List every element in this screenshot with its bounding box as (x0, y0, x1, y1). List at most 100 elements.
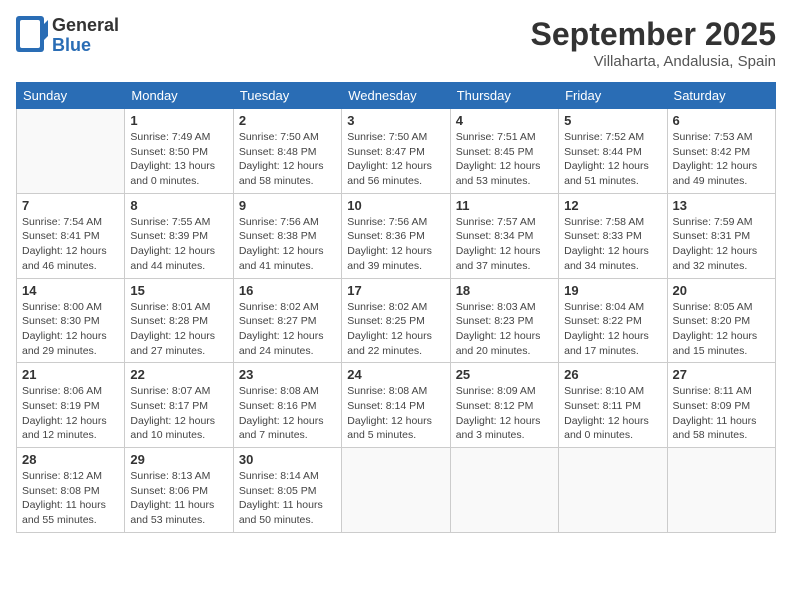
calendar-cell: 1 Sunrise: 7:49 AM Sunset: 8:50 PM Daylig… (125, 109, 233, 194)
day-number: 5 (564, 113, 661, 128)
day-info: Sunrise: 8:08 AM Sunset: 8:16 PM Dayligh… (239, 384, 336, 443)
logo: General Blue (16, 16, 119, 56)
day-number: 16 (239, 283, 336, 298)
calendar-cell: 26Sunrise: 8:10 AM Sunset: 8:11 PM Dayli… (559, 363, 667, 448)
calendar-cell: 5 Sunrise: 7:52 AM Sunset: 8:44 PM Daylig… (559, 109, 667, 194)
calendar-cell: 22 Sunrise: 8:07 AM Sunset: 8:17 PM Dayli… (125, 363, 233, 448)
calendar-cell: 30 Sunrise: 8:14 AM Sunset: 8:05 PM Dayli… (233, 448, 341, 533)
calendar-day-header: Saturday (667, 83, 775, 109)
day-number: 22 (130, 367, 227, 382)
calendar-cell: 27Sunrise: 8:11 AM Sunset: 8:09 PM Dayli… (667, 363, 775, 448)
day-number: 24 (347, 367, 444, 382)
day-info: Sunrise: 8:07 AM Sunset: 8:17 PM Dayligh… (130, 384, 227, 443)
day-info: Sunrise: 8:05 AM Sunset: 8:20 PM Dayligh… (673, 300, 770, 359)
logo-blue-text: Blue (52, 35, 91, 55)
calendar-cell: 12 Sunrise: 7:58 AM Sunset: 8:33 PM Dayli… (559, 193, 667, 278)
calendar-cell: 17 Sunrise: 8:02 AM Sunset: 8:25 PM Dayli… (342, 278, 450, 363)
calendar-header-row: SundayMondayTuesdayWednesdayThursdayFrid… (17, 83, 776, 109)
day-info: Sunrise: 7:56 AM Sunset: 8:38 PM Dayligh… (239, 215, 336, 274)
logo-icon (16, 16, 48, 56)
day-info: Sunrise: 8:14 AM Sunset: 8:05 PM Dayligh… (239, 469, 336, 528)
calendar-table: SundayMondayTuesdayWednesdayThursdayFrid… (16, 82, 776, 533)
calendar-cell: 14 Sunrise: 8:00 AM Sunset: 8:30 PM Dayli… (17, 278, 125, 363)
day-info: Sunrise: 7:56 AM Sunset: 8:36 PM Dayligh… (347, 215, 444, 274)
day-number: 12 (564, 198, 661, 213)
day-info: Sunrise: 7:57 AM Sunset: 8:34 PM Dayligh… (456, 215, 553, 274)
day-number: 26 (564, 367, 661, 382)
calendar-week-row: 14 Sunrise: 8:00 AM Sunset: 8:30 PM Dayli… (17, 278, 776, 363)
month-title: September 2025 (531, 16, 776, 53)
calendar-cell: 15Sunrise: 8:01 AM Sunset: 8:28 PM Dayli… (125, 278, 233, 363)
calendar-cell (17, 109, 125, 194)
day-number: 8 (130, 198, 227, 213)
day-info: Sunrise: 8:01 AM Sunset: 8:28 PM Dayligh… (130, 300, 227, 359)
day-number: 3 (347, 113, 444, 128)
day-number: 30 (239, 452, 336, 467)
day-number: 10 (347, 198, 444, 213)
calendar-cell: 21Sunrise: 8:06 AM Sunset: 8:19 PM Dayli… (17, 363, 125, 448)
calendar-cell: 29 Sunrise: 8:13 AM Sunset: 8:06 PM Dayli… (125, 448, 233, 533)
calendar-cell: 19 Sunrise: 8:04 AM Sunset: 8:22 PM Dayli… (559, 278, 667, 363)
day-number: 6 (673, 113, 770, 128)
day-info: Sunrise: 8:13 AM Sunset: 8:06 PM Dayligh… (130, 469, 227, 528)
day-info: Sunrise: 8:06 AM Sunset: 8:19 PM Dayligh… (22, 384, 119, 443)
calendar-cell (450, 448, 558, 533)
calendar-day-header: Friday (559, 83, 667, 109)
calendar-cell: 28Sunrise: 8:12 AM Sunset: 8:08 PM Dayli… (17, 448, 125, 533)
calendar-day-header: Thursday (450, 83, 558, 109)
title-block: September 2025 Villaharta, Andalusia, Sp… (531, 16, 776, 70)
day-info: Sunrise: 7:53 AM Sunset: 8:42 PM Dayligh… (673, 130, 770, 189)
calendar-cell: 9 Sunrise: 7:56 AM Sunset: 8:38 PM Daylig… (233, 193, 341, 278)
calendar-cell: 23 Sunrise: 8:08 AM Sunset: 8:16 PM Dayli… (233, 363, 341, 448)
calendar-cell: 24 Sunrise: 8:08 AM Sunset: 8:14 PM Dayli… (342, 363, 450, 448)
day-info: Sunrise: 8:02 AM Sunset: 8:27 PM Dayligh… (239, 300, 336, 359)
day-number: 18 (456, 283, 553, 298)
calendar-cell (559, 448, 667, 533)
calendar-cell: 13 Sunrise: 7:59 AM Sunset: 8:31 PM Dayli… (667, 193, 775, 278)
calendar-cell (667, 448, 775, 533)
day-info: Sunrise: 8:00 AM Sunset: 8:30 PM Dayligh… (22, 300, 119, 359)
day-number: 17 (347, 283, 444, 298)
day-number: 9 (239, 198, 336, 213)
calendar-cell: 3 Sunrise: 7:50 AM Sunset: 8:47 PM Daylig… (342, 109, 450, 194)
calendar-week-row: 1 Sunrise: 7:49 AM Sunset: 8:50 PM Daylig… (17, 109, 776, 194)
calendar-day-header: Sunday (17, 83, 125, 109)
day-info: Sunrise: 8:04 AM Sunset: 8:22 PM Dayligh… (564, 300, 661, 359)
calendar-cell: 6 Sunrise: 7:53 AM Sunset: 8:42 PM Daylig… (667, 109, 775, 194)
day-info: Sunrise: 8:09 AM Sunset: 8:12 PM Dayligh… (456, 384, 553, 443)
day-info: Sunrise: 7:50 AM Sunset: 8:48 PM Dayligh… (239, 130, 336, 189)
day-info: Sunrise: 8:08 AM Sunset: 8:14 PM Dayligh… (347, 384, 444, 443)
day-info: Sunrise: 8:02 AM Sunset: 8:25 PM Dayligh… (347, 300, 444, 359)
day-info: Sunrise: 7:49 AM Sunset: 8:50 PM Dayligh… (130, 130, 227, 189)
calendar-week-row: 28Sunrise: 8:12 AM Sunset: 8:08 PM Dayli… (17, 448, 776, 533)
day-info: Sunrise: 7:55 AM Sunset: 8:39 PM Dayligh… (130, 215, 227, 274)
day-number: 4 (456, 113, 553, 128)
calendar-cell: 7 Sunrise: 7:54 AM Sunset: 8:41 PM Daylig… (17, 193, 125, 278)
day-number: 19 (564, 283, 661, 298)
calendar-cell: 4Sunrise: 7:51 AM Sunset: 8:45 PM Daylig… (450, 109, 558, 194)
day-number: 2 (239, 113, 336, 128)
calendar-cell: 10 Sunrise: 7:56 AM Sunset: 8:36 PM Dayli… (342, 193, 450, 278)
calendar-cell: 18 Sunrise: 8:03 AM Sunset: 8:23 PM Dayli… (450, 278, 558, 363)
day-info: Sunrise: 8:03 AM Sunset: 8:23 PM Dayligh… (456, 300, 553, 359)
day-info: Sunrise: 7:58 AM Sunset: 8:33 PM Dayligh… (564, 215, 661, 274)
calendar-week-row: 21Sunrise: 8:06 AM Sunset: 8:19 PM Dayli… (17, 363, 776, 448)
day-info: Sunrise: 7:50 AM Sunset: 8:47 PM Dayligh… (347, 130, 444, 189)
calendar-cell: 25Sunrise: 8:09 AM Sunset: 8:12 PM Dayli… (450, 363, 558, 448)
location: Villaharta, Andalusia, Spain (531, 53, 776, 70)
day-info: Sunrise: 7:52 AM Sunset: 8:44 PM Dayligh… (564, 130, 661, 189)
calendar-cell: 20 Sunrise: 8:05 AM Sunset: 8:20 PM Dayli… (667, 278, 775, 363)
calendar-cell: 11 Sunrise: 7:57 AM Sunset: 8:34 PM Dayli… (450, 193, 558, 278)
day-number: 1 (130, 113, 227, 128)
day-info: Sunrise: 7:54 AM Sunset: 8:41 PM Dayligh… (22, 215, 119, 274)
day-number: 29 (130, 452, 227, 467)
day-number: 7 (22, 198, 119, 213)
day-info: Sunrise: 7:59 AM Sunset: 8:31 PM Dayligh… (673, 215, 770, 274)
day-number: 13 (673, 198, 770, 213)
day-number: 23 (239, 367, 336, 382)
day-number: 11 (456, 198, 553, 213)
logo-general-text: General (52, 15, 119, 35)
day-number: 14 (22, 283, 119, 298)
day-number: 20 (673, 283, 770, 298)
calendar-cell: 16 Sunrise: 8:02 AM Sunset: 8:27 PM Dayli… (233, 278, 341, 363)
